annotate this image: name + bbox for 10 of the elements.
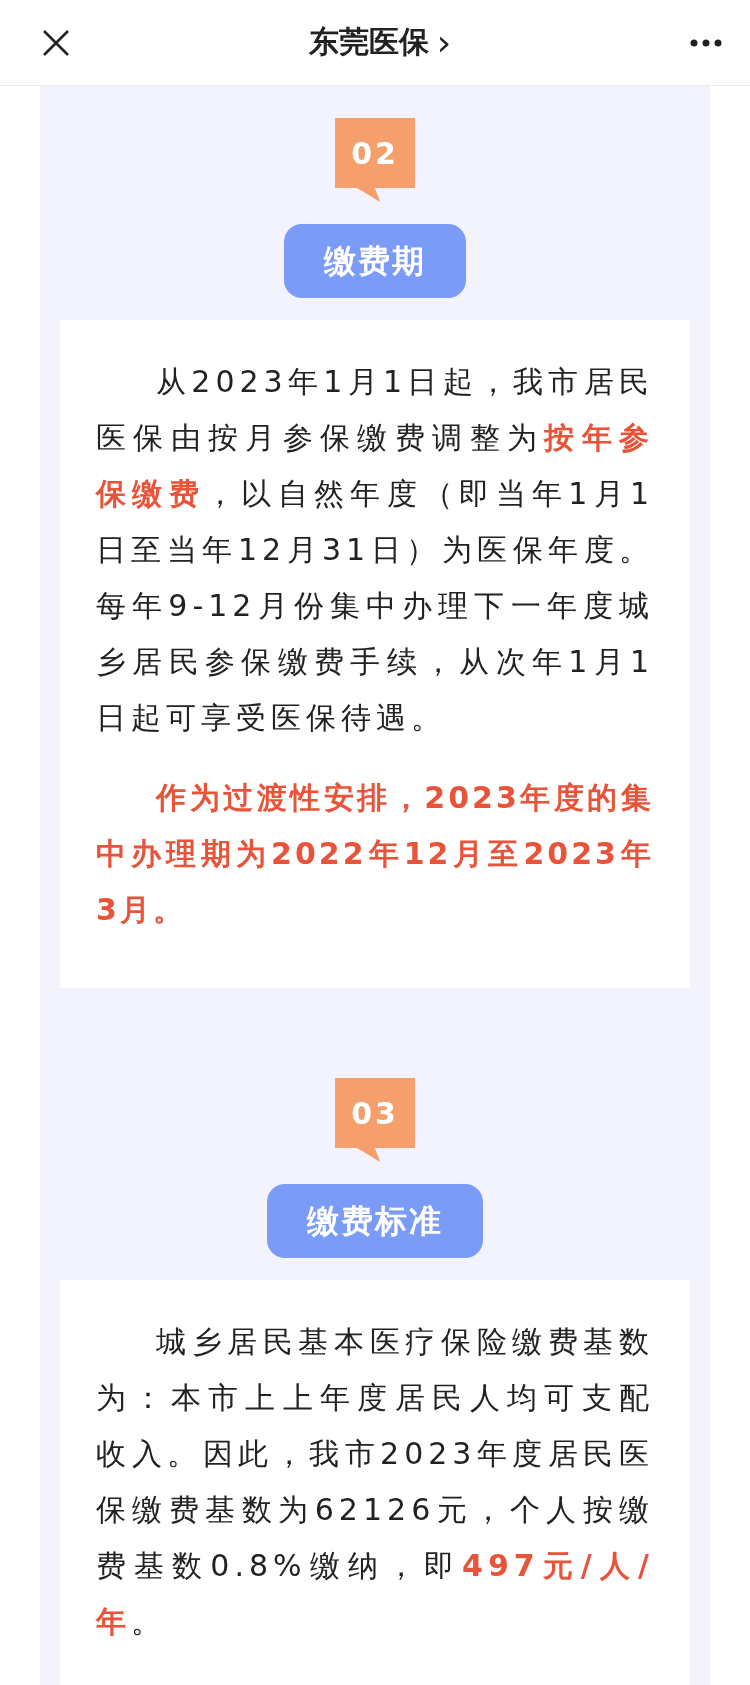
paragraph: 从2023年1月1日起，我市居民医保由按月参保缴费调整为按年参保缴费，以自然年度（即当年1月1日至当年12月31日）为医保年度。每年9-12月份集中办理下一年度城乡居民参保缴费手续，从次年1月1日起可享受医保待遇。 [96,363,654,737]
account-title[interactable]: 东莞医保 [308,22,429,63]
chevron-icon[interactable]: › [436,24,452,61]
section-number-badge: 03 [335,1078,415,1162]
close-icon[interactable] [42,28,70,57]
more-icon[interactable] [690,38,722,47]
section-title: 缴费期 [284,224,466,298]
section-title: 缴费标准 [267,1184,483,1258]
paragraph: 作为过渡性安排，2023年度的集中办理期为2022年12月至2023年3月。 [96,779,654,929]
section-number-badge: 02 [335,118,415,202]
